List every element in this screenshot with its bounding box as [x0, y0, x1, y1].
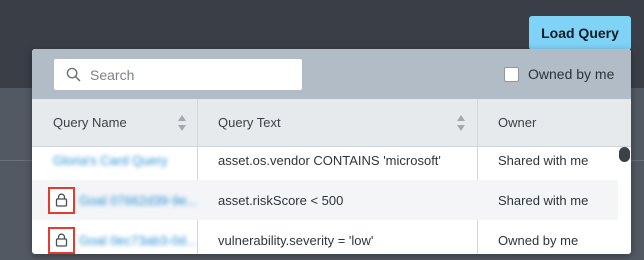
- query-name-cell: Goal 0ec73ab3-0d...: [48, 220, 197, 254]
- owned-by-me-checkbox[interactable]: [504, 66, 519, 82]
- query-name-cell: Goal 07662d39-9e...: [48, 180, 198, 220]
- table-row[interactable]: Gloria's Card Query asset.os.vendor CONT…: [32, 140, 618, 180]
- query-name-cell: Gloria's Card Query: [53, 140, 193, 180]
- search-box[interactable]: [54, 59, 302, 90]
- owned-by-me-label: Owned by me: [528, 66, 615, 82]
- panel-header: Owned by me: [32, 49, 631, 99]
- query-name-link[interactable]: Gloria's Card Query: [53, 153, 167, 168]
- sort-icon[interactable]: [456, 113, 466, 133]
- column-header-label: Query Text: [218, 115, 281, 130]
- query-text-cell: vulnerability.severity = 'low': [218, 232, 374, 248]
- query-name-link[interactable]: Goal 07662d39-9e...: [79, 193, 198, 208]
- owner-cell: Owned by me: [498, 232, 579, 248]
- lock-highlight: [48, 226, 75, 254]
- table-row[interactable]: Goal 07662d39-9e... asset.riskScore < 50…: [32, 180, 618, 220]
- query-text-cell: asset.os.vendor CONTAINS 'microsoft': [218, 152, 441, 168]
- load-query-button[interactable]: Load Query: [529, 16, 631, 50]
- sort-icon[interactable]: [177, 113, 187, 133]
- query-text-cell: asset.riskScore < 500: [218, 192, 344, 208]
- table-row[interactable]: Goal 0ec73ab3-0d... vulnerability.severi…: [32, 220, 618, 254]
- lock-highlight: [48, 186, 75, 214]
- search-icon: [66, 67, 81, 82]
- scrollbar-thumb[interactable]: [619, 147, 630, 162]
- owned-by-me-filter[interactable]: Owned by me: [504, 65, 614, 83]
- search-input[interactable]: [90, 66, 290, 83]
- lock-icon: [55, 233, 68, 247]
- scrollbar-track[interactable]: [618, 147, 631, 254]
- column-header-label: Query Name: [53, 115, 127, 130]
- lock-icon: [55, 193, 68, 207]
- owner-cell: Shared with me: [498, 192, 589, 208]
- load-query-dropdown: Owned by me Query Name Query Text Owner …: [32, 49, 631, 254]
- owner-cell: Shared with me: [498, 152, 589, 168]
- query-name-link[interactable]: Goal 0ec73ab3-0d...: [79, 233, 197, 248]
- column-header-label: Owner: [498, 115, 537, 130]
